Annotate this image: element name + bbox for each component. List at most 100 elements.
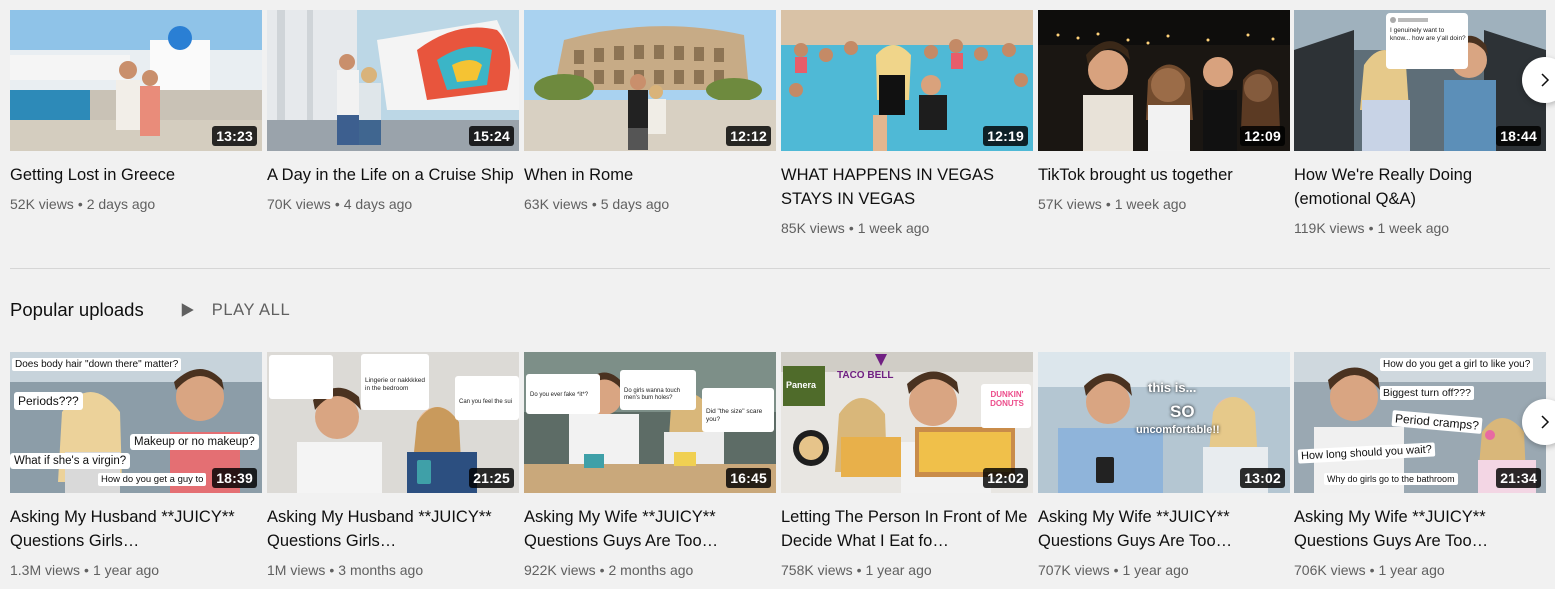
upload-age: 1 year ago: [1378, 562, 1445, 578]
video-meta: 63K views • 5 days ago: [524, 195, 776, 213]
section-title[interactable]: Popular uploads: [10, 299, 144, 321]
upload-age: 2 days ago: [86, 196, 156, 212]
view-count: 707K views: [1038, 562, 1110, 578]
video-card[interactable]: 15:24 A Day in the Life on a Cruise Ship…: [267, 10, 519, 213]
overlay-text: SO: [1170, 402, 1195, 421]
video-duration: 12:09: [1240, 126, 1285, 146]
view-count: 70K views: [267, 196, 331, 212]
overlay-text: Periods???: [14, 392, 83, 410]
view-count: 1.3M views: [10, 562, 81, 578]
video-title[interactable]: A Day in the Life on a Cruise Ship: [267, 163, 519, 187]
separator-dot: •: [77, 196, 83, 212]
video-meta: 706K views • 1 year ago: [1294, 561, 1546, 579]
video-thumbnail[interactable]: TACO BELL DUNKIN' DONUTS Panera 12:02: [781, 352, 1033, 493]
video-duration: 12:02: [983, 468, 1028, 488]
video-title[interactable]: Asking My Husband **JUICY** Questions Gi…: [267, 505, 519, 553]
video-thumbnail[interactable]: Does body hair "down there" matter? Peri…: [10, 352, 262, 493]
video-card[interactable]: 12:09 TikTok brought us together 57K vie…: [1038, 10, 1290, 213]
video-duration: 13:02: [1240, 468, 1285, 488]
video-meta: 85K views • 1 week ago: [781, 219, 1033, 237]
video-title[interactable]: WHAT HAPPENS IN VEGAS STAYS IN VEGAS: [781, 163, 1033, 211]
overlay-text: How do you get a guy to: [98, 473, 207, 486]
video-duration: 13:23: [212, 126, 257, 146]
video-title[interactable]: TikTok brought us together: [1038, 163, 1290, 187]
play-all-label: PLAY ALL: [211, 300, 291, 319]
view-count: 758K views: [781, 562, 853, 578]
video-title[interactable]: Letting The Person In Front of Me Decide…: [781, 505, 1033, 553]
video-card[interactable]: TACO BELL DUNKIN' DONUTS Panera 12:02 Le…: [781, 352, 1033, 579]
video-thumbnail[interactable]: Lingerie or nakkkked in the bedroom Can …: [267, 352, 519, 493]
view-count: 52K views: [10, 196, 74, 212]
overlay-text: Can you feel the sui: [459, 399, 513, 405]
upload-age: 1 year ago: [92, 562, 160, 578]
video-duration: 18:44: [1496, 126, 1541, 146]
upload-age: 1 week ago: [857, 220, 930, 236]
overlay-text: Panera: [786, 380, 817, 390]
video-card[interactable]: How do you get a girl to like you? Bigge…: [1294, 352, 1546, 579]
video-card[interactable]: 12:12 When in Rome 63K views • 5 days ago: [524, 10, 776, 213]
video-thumbnail[interactable]: 13:23: [10, 10, 262, 151]
overlay-text: DUNKIN' DONUTS: [990, 390, 1024, 408]
separator-dot: •: [599, 562, 605, 578]
separator-dot: •: [329, 562, 335, 578]
video-duration: 18:39: [212, 468, 257, 488]
separator-dot: •: [1369, 562, 1375, 578]
overlay-text: Makeup or no makeup?: [130, 434, 259, 450]
section-divider: [10, 268, 1550, 269]
upload-age: 1 week ago: [1114, 196, 1187, 212]
video-card[interactable]: Do you ever fake *it*? Do girls wanna to…: [524, 352, 776, 579]
video-title[interactable]: Getting Lost in Greece: [10, 163, 262, 187]
upload-age: 1 week ago: [1377, 220, 1450, 236]
video-card[interactable]: this is... SO uncomfortable!! 13:02 Aski…: [1038, 352, 1290, 579]
overlay-text: Do girls wanna touch men's bum holes?: [624, 388, 681, 401]
popular-uploads-header: Popular uploads PLAY ALL: [10, 297, 290, 323]
overlay-text: How do you get a girl to like you?: [1380, 358, 1534, 371]
video-title[interactable]: Asking My Husband **JUICY** Questions Gi…: [10, 505, 262, 553]
separator-dot: •: [591, 196, 597, 212]
video-duration: 15:24: [469, 126, 514, 146]
comment-text: I genuinely want to know... how are y'al…: [1390, 27, 1466, 42]
overlay-text: Lingerie or nakkkked in the bedroom: [365, 377, 425, 392]
view-count: 63K views: [524, 196, 588, 212]
video-thumbnail[interactable]: 12:12: [524, 10, 776, 151]
video-meta: 922K views • 2 months ago: [524, 561, 776, 579]
video-thumbnail[interactable]: I genuinely want to know... how are y'al…: [1294, 10, 1546, 151]
video-title[interactable]: Asking My Wife **JUICY** Questions Guys …: [1038, 505, 1290, 553]
video-title[interactable]: When in Rome: [524, 163, 776, 187]
video-duration: 16:45: [726, 468, 771, 488]
video-title[interactable]: How We're Really Doing (emotional Q&A): [1294, 163, 1546, 211]
overlay-text: Did "the size" scare you?: [706, 408, 763, 423]
video-thumbnail[interactable]: Do you ever fake *it*? Do girls wanna to…: [524, 352, 776, 493]
video-thumbnail[interactable]: 15:24: [267, 10, 519, 151]
separator-dot: •: [334, 196, 340, 212]
video-thumbnail[interactable]: How do you get a girl to like you? Bigge…: [1294, 352, 1546, 493]
video-duration: 21:25: [469, 468, 514, 488]
overlay-text: Why do girls go to the bathroom: [1324, 473, 1458, 485]
play-all-button[interactable]: PLAY ALL: [178, 301, 291, 320]
video-meta: 70K views • 4 days ago: [267, 195, 519, 213]
video-card[interactable]: 13:23 Getting Lost in Greece 52K views • 2…: [10, 10, 262, 213]
video-card[interactable]: I genuinely want to know... how are y'al…: [1294, 10, 1546, 237]
overlay-text: Biggest turn off???: [1380, 386, 1474, 400]
view-count: 706K views: [1294, 562, 1366, 578]
view-count: 119K views: [1294, 220, 1365, 236]
video-thumbnail[interactable]: 12:09: [1038, 10, 1290, 151]
video-duration: 21:34: [1496, 468, 1541, 488]
video-meta: 52K views • 2 days ago: [10, 195, 262, 213]
video-card[interactable]: Lingerie or nakkkked in the bedroom Can …: [267, 352, 519, 579]
upload-age: 2 months ago: [608, 562, 694, 578]
video-duration: 12:12: [726, 126, 771, 146]
video-thumbnail[interactable]: 12:19: [781, 10, 1033, 151]
video-card[interactable]: Does body hair "down there" matter? Peri…: [10, 352, 262, 579]
upload-age: 3 months ago: [338, 562, 424, 578]
separator-dot: •: [84, 562, 89, 578]
overlay-text: What if she's a virgin?: [10, 453, 131, 469]
video-title[interactable]: Asking My Wife **JUICY** Questions Guys …: [524, 505, 776, 553]
video-duration: 12:19: [983, 126, 1028, 146]
video-meta: 119K views • 1 week ago: [1294, 219, 1546, 237]
video-meta: 57K views • 1 week ago: [1038, 195, 1290, 213]
video-card[interactable]: 12:19 WHAT HAPPENS IN VEGAS STAYS IN VEG…: [781, 10, 1033, 237]
video-title[interactable]: Asking My Wife **JUICY** Questions Guys …: [1294, 505, 1546, 553]
overlay-text: Do you ever fake *it*?: [530, 392, 589, 398]
video-thumbnail[interactable]: this is... SO uncomfortable!! 13:02: [1038, 352, 1290, 493]
